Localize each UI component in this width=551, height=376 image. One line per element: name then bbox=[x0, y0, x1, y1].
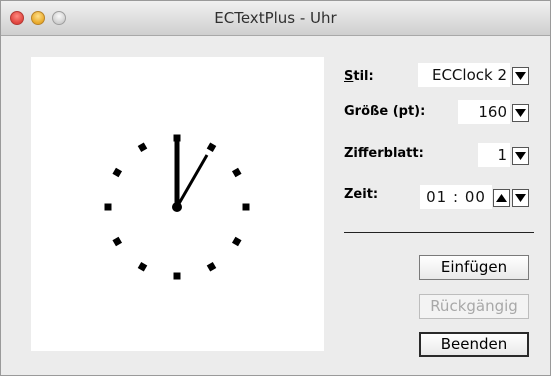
separator-line bbox=[344, 232, 534, 233]
clock-center bbox=[172, 202, 182, 212]
undo-button[interactable]: Rückgängig bbox=[419, 294, 529, 319]
time-increment-button[interactable] bbox=[493, 189, 510, 207]
size-dropdown-button[interactable] bbox=[512, 104, 529, 122]
hour-mark bbox=[137, 142, 148, 153]
hour-mark bbox=[104, 203, 112, 211]
hour-mark bbox=[231, 167, 242, 178]
hour-mark bbox=[112, 167, 123, 178]
chevron-down-icon bbox=[515, 72, 526, 80]
dial-dropdown-button[interactable] bbox=[512, 147, 529, 165]
quit-button[interactable]: Beenden bbox=[419, 332, 529, 357]
size-select[interactable]: 160 bbox=[458, 100, 510, 124]
hour-mark bbox=[206, 261, 217, 272]
hour-mark bbox=[112, 236, 123, 247]
hour-mark bbox=[173, 272, 181, 280]
time-separator: : bbox=[452, 188, 460, 206]
style-label: Stil: bbox=[344, 69, 374, 84]
chevron-down-icon bbox=[515, 152, 526, 160]
style-dropdown-button[interactable] bbox=[512, 67, 529, 85]
dial-select[interactable]: 1 bbox=[478, 143, 510, 167]
time-decrement-button[interactable] bbox=[512, 189, 529, 207]
clock-window: ECTextPlus - Uhr Stil: ECClock 2 Größe (… bbox=[0, 0, 551, 376]
window-title: ECTextPlus - Uhr bbox=[214, 9, 337, 27]
arrow-down-icon bbox=[515, 194, 526, 202]
time-label: Zeit: bbox=[344, 187, 379, 202]
time-field[interactable]: 01 : 00 bbox=[420, 185, 492, 209]
hour-mark bbox=[206, 142, 217, 153]
time-hours[interactable]: 01 bbox=[426, 188, 447, 206]
chevron-down-icon bbox=[515, 109, 526, 117]
style-select[interactable]: ECClock 2 bbox=[418, 63, 510, 87]
arrow-up-icon bbox=[496, 194, 507, 202]
insert-button[interactable]: Einfügen bbox=[419, 255, 529, 280]
analog-clock-face bbox=[104, 134, 250, 280]
hour-mark bbox=[242, 203, 250, 211]
dial-label: Zifferblatt: bbox=[344, 146, 424, 161]
hour-mark bbox=[231, 236, 242, 247]
hour-mark bbox=[137, 261, 148, 272]
title-bar[interactable]: ECTextPlus - Uhr bbox=[1, 1, 550, 36]
clock-preview bbox=[31, 57, 324, 351]
time-minutes[interactable]: 00 bbox=[465, 188, 486, 206]
size-label: Größe (pt): bbox=[344, 104, 426, 119]
hour-hand bbox=[175, 154, 209, 208]
